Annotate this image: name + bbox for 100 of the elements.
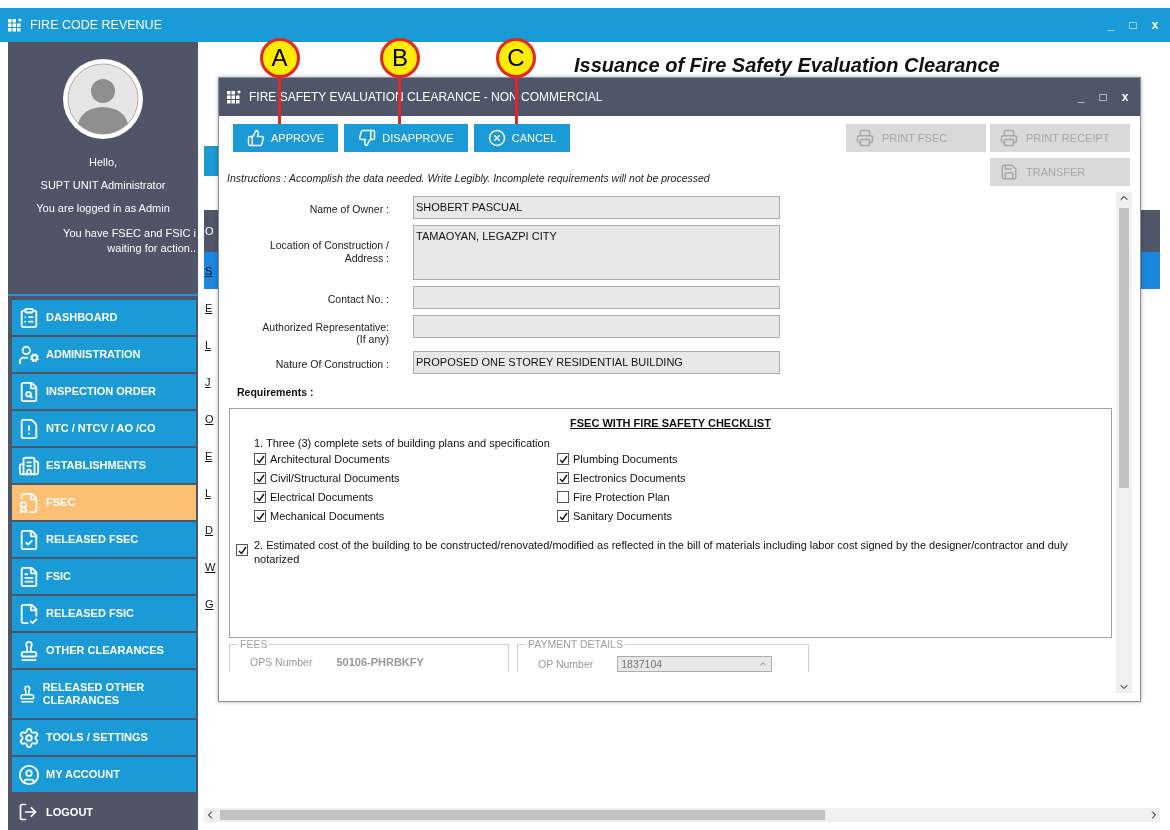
input-field[interactable] xyxy=(413,315,780,338)
user-gear-icon xyxy=(18,343,40,366)
checkbox[interactable] xyxy=(557,453,569,465)
settings-icon xyxy=(18,726,40,749)
field-label: Authorized Representative: xyxy=(262,321,389,333)
section-label: Requirements : xyxy=(237,386,315,398)
spin-up-icon[interactable] xyxy=(758,659,769,669)
sidebar-item[interactable]: TOOLS / SETTINGS xyxy=(12,720,196,756)
checkbox-label: Civil/Structural Documents xyxy=(270,472,400,484)
callout-marker: B xyxy=(379,38,420,78)
leader-line xyxy=(278,78,282,124)
callout-marker: A xyxy=(259,38,300,78)
checkbox-label: Fire Protection Plan xyxy=(573,491,670,503)
checkbox[interactable] xyxy=(236,544,248,556)
greeting-text: Hello, xyxy=(88,156,118,168)
logout-button[interactable]: LOGOUT xyxy=(8,794,198,830)
input-field[interactable] xyxy=(413,286,780,309)
callout-marker: C xyxy=(496,38,537,78)
window-control[interactable]: □ xyxy=(1126,18,1140,32)
document-icon xyxy=(18,565,40,588)
checkbox[interactable] xyxy=(557,491,569,503)
sidebar-item[interactable]: FSEC xyxy=(12,485,196,521)
checkbox-label: Electronics Documents xyxy=(573,472,686,484)
close-icon xyxy=(487,129,506,147)
checkbox[interactable] xyxy=(254,453,266,465)
document-search-icon xyxy=(18,380,40,403)
checkbox[interactable] xyxy=(254,491,266,503)
thumbs-down-icon xyxy=(358,129,377,147)
field-label: Name of Owner : xyxy=(308,202,389,217)
group-legend: FEES xyxy=(238,638,270,650)
checkbox-label: Plumbing Documents xyxy=(573,453,678,465)
window-control[interactable]: □ xyxy=(1096,90,1110,104)
sidebar-item[interactable]: FSIC xyxy=(12,559,196,595)
building-icon xyxy=(18,454,40,477)
field-value: 50106-PHRBKFY xyxy=(336,656,424,668)
field-label: OPS Number xyxy=(250,656,313,668)
sidebar-item[interactable]: DASHBOARD xyxy=(12,300,196,336)
avatar-icon xyxy=(62,58,144,140)
checkbox[interactable] xyxy=(254,510,266,522)
action-button[interactable]: APPROVE xyxy=(233,124,339,152)
input-field[interactable]: 1837104 xyxy=(617,656,773,672)
input-field[interactable]: PROPOSED ONE STOREY RESIDENTIAL BUILDING xyxy=(413,351,780,374)
window-control[interactable]: _ xyxy=(1074,90,1088,104)
document-badge-icon xyxy=(18,491,40,514)
stamp-icon xyxy=(18,683,37,706)
sidebar-item[interactable]: NTC / NTCV / AO /CO xyxy=(12,411,196,447)
sidebar-item[interactable]: RELEASED FSEC xyxy=(12,522,196,558)
requirement-text: 2. Estimated cost of the building to be constructed/renovated/modified as reflected in the bill of materials including labor cost signed by the designer/contractor and duly notarized xyxy=(254,538,1069,566)
input-field[interactable]: SHOBERT PASCUAL xyxy=(413,196,780,219)
checklist-heading: FSEC WITH FIRE SAFETY CHECKLIST xyxy=(570,417,771,429)
horizontal-scrollbar[interactable] xyxy=(204,808,1160,822)
checkbox-label: Architectural Documents xyxy=(270,453,390,465)
leader-line xyxy=(514,78,518,124)
vertical-scrollbar[interactable] xyxy=(1116,192,1132,693)
checkbox[interactable] xyxy=(557,510,569,522)
logout-icon xyxy=(18,802,38,823)
group-legend: PAYMENT DETAILS xyxy=(526,638,625,650)
checkbox[interactable] xyxy=(557,472,569,484)
input-field[interactable]: TAMAOYAN, LEGAZPI CITY xyxy=(413,225,780,280)
field-label: Contact No. : xyxy=(326,292,389,307)
field-label: Location of Construction / Address : xyxy=(268,238,389,266)
document-warning-icon xyxy=(18,417,40,440)
user-icon xyxy=(18,763,40,786)
field-label: Nature Of Construction : xyxy=(274,357,389,372)
sidebar-item[interactable]: ADMINISTRATION xyxy=(12,337,196,373)
printer-icon xyxy=(856,129,874,147)
window-control[interactable]: x xyxy=(1118,90,1132,104)
scroll-thumb[interactable] xyxy=(220,810,825,820)
checkbox[interactable] xyxy=(254,472,266,484)
checkbox-label: Sanitary Documents xyxy=(573,510,673,522)
sidebar-item[interactable]: OTHER CLEARANCES xyxy=(12,633,196,669)
action-button[interactable]: CANCEL xyxy=(473,124,571,152)
role-text: You are logged in as Admin xyxy=(36,202,170,214)
checkbox-label: Mechanical Documents xyxy=(270,510,385,522)
page-title: Issuance of Fire Safety Evaluation Clearance xyxy=(574,54,1001,78)
printer-icon xyxy=(1000,129,1018,147)
action-button[interactable]: DISAPPROVE xyxy=(344,124,468,152)
sidebar-item[interactable]: ESTABLISHMENTS xyxy=(12,448,196,484)
thumbs-up-icon xyxy=(247,129,265,147)
document-check-icon xyxy=(18,602,40,625)
sidebar-item[interactable]: MY ACCOUNT xyxy=(12,757,196,793)
notice-text: You have FSEC and FSIC i xyxy=(63,227,197,240)
user-name: SUPT UNIT Administrator xyxy=(40,179,166,191)
notice-text: waiting for action.. xyxy=(107,242,197,255)
stamp-icon xyxy=(18,639,40,662)
app-logo-icon xyxy=(8,18,22,32)
field-label: OP Number xyxy=(538,658,594,670)
clipboard-icon xyxy=(18,306,40,329)
scroll-thumb[interactable] xyxy=(1119,208,1129,488)
checkbox-label: Electrical Documents xyxy=(270,491,374,503)
window-control[interactable]: _ xyxy=(1104,18,1118,32)
app-title: FIRE CODE REVENUE xyxy=(30,18,163,32)
app-logo-icon xyxy=(227,90,241,104)
sidebar-item[interactable]: RELEASED OTHER CLEARANCES xyxy=(12,670,196,719)
field-note: (If any) xyxy=(356,333,389,345)
document-check-icon xyxy=(18,528,40,551)
requirement-text: 1. Three (3) complete sets of building plans and specification xyxy=(254,437,551,449)
window-control[interactable]: x xyxy=(1148,18,1162,32)
sidebar-item[interactable]: INSPECTION ORDER xyxy=(12,374,196,410)
sidebar-item[interactable]: RELEASED FSIC xyxy=(12,596,196,632)
